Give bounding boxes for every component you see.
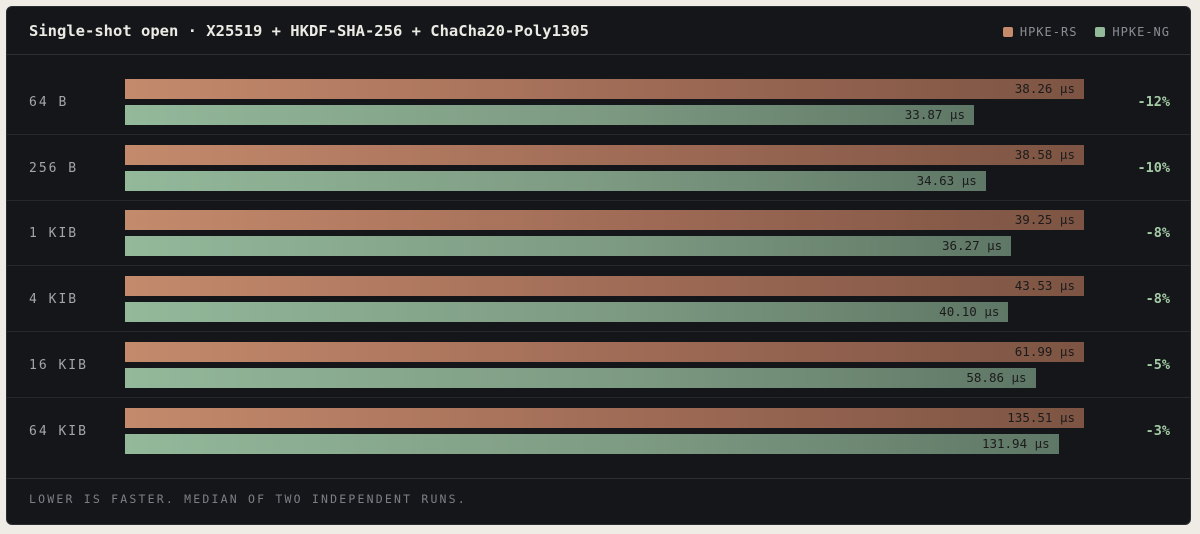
delta-label: -8% <box>1145 225 1170 242</box>
bar-value-label: 58.86 μs <box>966 369 1027 385</box>
delta-label: -12% <box>1137 94 1170 110</box>
chart-row: 1 KIB 39.25 μs 36.27 μs -8% <box>7 203 1190 269</box>
chart-row: 4 KIB 43.53 μs 40.10 μs -8% <box>7 269 1190 335</box>
chart-header: Single-shot open · X25519 + HKDF-SHA-256… <box>7 7 1190 55</box>
footer-note: LOWER IS FASTER. MEDIAN OF TWO INDEPENDE… <box>29 492 467 506</box>
chart-panel: Single-shot open · X25519 + HKDF-SHA-256… <box>6 6 1191 525</box>
chart-row: 64 KIB 135.51 μs 131.94 μs -3% <box>7 401 1190 467</box>
bar-value-label: 43.53 μs <box>1014 278 1075 294</box>
bar-hpke-rs: 38.58 μs <box>125 144 1084 165</box>
legend-swatch-hpke-ng <box>1095 27 1106 37</box>
legend-label-hpke-ng: HPKE-NG <box>1112 25 1170 39</box>
chart-row: 16 KIB 61.99 μs 58.86 μs -5% <box>7 335 1190 401</box>
bar-hpke-ng: 58.86 μs <box>125 367 1036 388</box>
bar-value-label: 33.87 μs <box>904 107 965 122</box>
category-label: 256 B <box>29 160 79 176</box>
delta-label: -5% <box>1145 356 1170 373</box>
row-divider <box>7 331 1190 333</box>
category-label: 4 KIB <box>29 292 79 308</box>
bar-value-label: 38.26 μs <box>1014 81 1075 96</box>
category-label: 64 B <box>29 95 69 110</box>
bar-hpke-ng: 131.94 μs <box>125 433 1059 454</box>
row-divider <box>7 265 1190 267</box>
row-divider <box>7 396 1190 398</box>
bar-value-label: 34.63 μs <box>916 172 977 188</box>
delta-label: -8% <box>1145 291 1170 308</box>
legend-item-hpke-ng: HPKE-NG <box>1095 25 1170 39</box>
chart-legend: HPKE-RS HPKE-NG <box>1002 25 1170 39</box>
bar-value-label: 40.10 μs <box>939 304 1000 320</box>
chart-footer: LOWER IS FASTER. MEDIAN OF TWO INDEPENDE… <box>7 478 1190 524</box>
bar-value-label: 36.27 μs <box>941 238 1003 254</box>
bar-hpke-rs: 39.25 μs <box>125 210 1084 231</box>
bar-hpke-rs: 135.51 μs <box>125 407 1084 428</box>
bar-hpke-rs: 61.99 μs <box>125 341 1084 362</box>
legend-label-hpke-rs: HPKE-RS <box>1019 25 1078 39</box>
bar-hpke-rs: 38.26 μs <box>125 79 1084 99</box>
chart-title: Single-shot open · X25519 + HKDF-SHA-256… <box>29 22 589 40</box>
category-label: 64 KIB <box>29 423 88 439</box>
bar-hpke-ng: 36.27 μs <box>125 236 1012 257</box>
bar-value-label: 61.99 μs <box>1014 343 1075 359</box>
bar-value-label: 39.25 μs <box>1014 212 1075 228</box>
delta-label: -3% <box>1145 422 1170 439</box>
legend-swatch-hpke-rs <box>1002 27 1013 37</box>
chart-row: 64 B 38.26 μs 33.87 μs -12% <box>7 72 1190 138</box>
row-divider <box>7 199 1190 201</box>
bar-hpke-ng: 34.63 μs <box>125 170 986 191</box>
bar-hpke-ng: 40.10 μs <box>125 302 1009 323</box>
row-divider <box>7 134 1190 135</box>
bar-value-label: 135.51 μs <box>1007 409 1075 425</box>
bar-hpke-ng: 33.87 μs <box>125 105 974 125</box>
legend-item-hpke-rs: HPKE-RS <box>1002 25 1078 39</box>
category-label: 16 KIB <box>29 357 88 373</box>
category-label: 1 KIB <box>29 226 79 242</box>
bar-value-label: 38.58 μs <box>1014 146 1075 162</box>
chart-row: 256 B 38.58 μs 34.63 μs -10% <box>7 138 1190 204</box>
bar-value-label: 131.94 μs <box>981 435 1050 451</box>
delta-label: -10% <box>1137 159 1170 176</box>
bar-hpke-rs: 43.53 μs <box>125 276 1084 297</box>
